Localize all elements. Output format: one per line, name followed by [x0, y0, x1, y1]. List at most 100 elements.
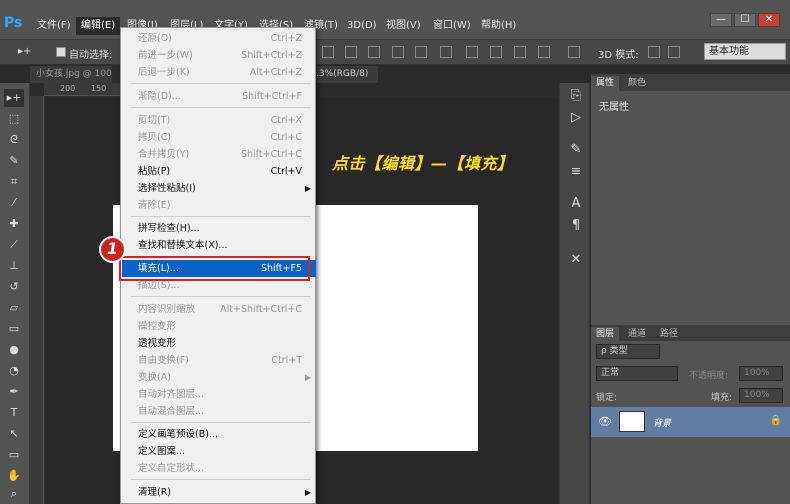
blur-tool-icon[interactable]: ●: [4, 341, 24, 359]
healing-brush-tool-icon[interactable]: ✚: [4, 215, 24, 233]
menu-item-paste[interactable]: 粘贴(P) Ctrl+V: [122, 163, 316, 180]
opacity-field[interactable]: 100%: [739, 366, 783, 381]
type-tool-icon[interactable]: T: [4, 404, 24, 422]
paragraph-panel-icon[interactable]: ¶: [568, 217, 584, 235]
align-hcenter-icon[interactable]: [415, 46, 427, 58]
quick-select-tool-icon[interactable]: ✎: [4, 152, 24, 170]
menu-item-content-aware-scale[interactable]: 内容识别缩放 Alt+Shift+Ctrl+C: [122, 301, 316, 318]
auto-align-icon[interactable]: [568, 46, 580, 58]
brush-tool-icon[interactable]: ⟋: [4, 236, 24, 254]
character-panel-icon[interactable]: A: [568, 195, 584, 213]
history-brush-tool-icon[interactable]: ↺: [4, 278, 24, 296]
menu-item-step-backward[interactable]: 后退一步(K) Alt+Ctrl+Z: [122, 64, 316, 81]
menu-item-clear[interactable]: 清除(E): [122, 197, 316, 214]
collapsed-panels-dock: ⎘ ▷ ✎ ≡ A ¶ ✕: [559, 83, 590, 504]
close-button[interactable]: ✕: [758, 13, 780, 27]
auto-select-checkbox[interactable]: [56, 47, 66, 57]
tab-channels[interactable]: 通道: [623, 327, 651, 342]
roll-3d-icon[interactable]: [668, 46, 680, 58]
hand-tool-icon[interactable]: ✋: [4, 467, 24, 485]
align-bottom-icon[interactable]: [368, 46, 380, 58]
layers-tabs: 图层 通道 路径: [591, 325, 790, 342]
layer-row[interactable]: 👁 背景 🔒: [591, 407, 790, 437]
fill-label: 填充:: [711, 393, 733, 403]
menu-item-define-shape[interactable]: 定义自定形状...: [122, 460, 316, 477]
align-left-icon[interactable]: [392, 46, 404, 58]
eraser-tool-icon[interactable]: ▱: [4, 299, 24, 317]
gradient-tool-icon[interactable]: ▭: [4, 320, 24, 338]
brush-presets-panel-icon[interactable]: ≡: [568, 163, 584, 181]
menu-item-cut[interactable]: 剪切(T) Ctrl+X: [122, 112, 316, 129]
tab-properties[interactable]: 属性: [591, 76, 620, 91]
menu-item-undo[interactable]: 还原(O) Ctrl+Z: [122, 30, 316, 47]
clone-stamp-tool-icon[interactable]: ⊥: [4, 257, 24, 275]
path-select-tool-icon[interactable]: ↖: [4, 425, 24, 443]
tool-presets-panel-icon[interactable]: ✕: [568, 251, 584, 269]
menu-item-auto-blend[interactable]: 自动混合图层...: [122, 403, 316, 420]
move-tool-icon[interactable]: ▸+: [4, 89, 24, 107]
move-tool-icon[interactable]: ▸+: [18, 46, 31, 57]
document-tab[interactable]: 小女孩.jpg @ 100: [30, 66, 112, 83]
menu-item-copy[interactable]: 拷贝(C) Ctrl+C: [122, 129, 316, 146]
document-tab-suffix: .3%(RGB/8): [316, 66, 378, 83]
dodge-tool-icon[interactable]: ◔: [4, 362, 24, 380]
pen-tool-icon[interactable]: ✒: [4, 383, 24, 401]
menu-edit[interactable]: 编辑(E): [76, 17, 121, 35]
layer-kind-filter[interactable]: ρ 类型: [596, 344, 660, 359]
blend-mode-select[interactable]: 正常: [596, 366, 678, 381]
tab-layers[interactable]: 图层: [591, 327, 620, 342]
crop-tool-icon[interactable]: ⌗: [4, 173, 24, 191]
menu-3d[interactable]: 3D(D): [342, 17, 382, 35]
actions-panel-icon[interactable]: ▷: [568, 109, 584, 127]
menu-window[interactable]: 窗口(W): [428, 17, 476, 35]
lasso-tool-icon[interactable]: ᘓ: [4, 131, 24, 149]
menu-item-free-transform[interactable]: 自由变换(F) Ctrl+T: [122, 352, 316, 369]
shape-tool-icon[interactable]: ▭: [4, 446, 24, 464]
menu-item-paste-special[interactable]: 选择性粘贴(I) ▶: [122, 180, 316, 197]
ruler-label: 200: [60, 84, 76, 93]
history-panel-icon[interactable]: ⎘: [568, 87, 584, 105]
properties-tabs: 属性 颜色: [591, 74, 790, 91]
menu-view[interactable]: 视图(V): [381, 17, 426, 35]
ruler-label: 150: [91, 84, 107, 93]
menu-file[interactable]: 文件(F): [32, 17, 76, 35]
vertical-ruler: [30, 96, 44, 504]
layer-thumbnail: [619, 411, 645, 432]
workspace-select[interactable]: 基本功能: [704, 43, 786, 60]
menu-item-auto-align[interactable]: 自动对齐图层...: [122, 386, 316, 403]
fill-field[interactable]: 100%: [739, 388, 783, 403]
menu-separator: [131, 216, 311, 217]
minimize-button[interactable]: —: [710, 13, 732, 27]
marquee-tool-icon[interactable]: ⬚: [4, 110, 24, 128]
align-vcenter-icon[interactable]: [345, 46, 357, 58]
menu-item-find-replace[interactable]: 查找和替换文本(X)...: [122, 237, 316, 254]
align-top-icon[interactable]: [322, 46, 334, 58]
visibility-eye-icon[interactable]: 👁: [598, 415, 612, 428]
menu-item-puppet-warp[interactable]: 操控变形: [122, 318, 316, 335]
menu-item-fade[interactable]: 渐隐(D)... Shift+Ctrl+F: [122, 88, 316, 105]
zoom-tool-icon[interactable]: ⌕: [4, 485, 24, 503]
menu-item-copy-merged[interactable]: 合并拷贝(Y) Shift+Ctrl+C: [122, 146, 316, 163]
menu-item-transform[interactable]: 变换(A) ▶: [122, 369, 316, 386]
tab-color[interactable]: 颜色: [623, 76, 651, 91]
mode-3d-label: 3D 模式:: [598, 50, 639, 61]
menu-help[interactable]: 帮助(H): [476, 17, 521, 35]
distribute-bottom-icon[interactable]: [514, 46, 526, 58]
eyedropper-tool-icon[interactable]: ⁄: [4, 194, 24, 212]
brush-panel-icon[interactable]: ✎: [568, 141, 584, 159]
menu-item-define-brush[interactable]: 定义画笔预设(B)...: [122, 426, 316, 443]
distribute-vcenter-icon[interactable]: [490, 46, 502, 58]
menu-item-perspective-warp[interactable]: 透视变形: [122, 335, 316, 352]
menu-item-spell-check[interactable]: 拼写检查(H)...: [122, 220, 316, 237]
menu-item-step-forward[interactable]: 前进一步(W) Shift+Ctrl+Z: [122, 47, 316, 64]
align-right-icon[interactable]: [440, 46, 452, 58]
distribute-left-icon[interactable]: [538, 46, 550, 58]
tab-paths[interactable]: 路径: [655, 327, 683, 342]
distribute-top-icon[interactable]: [466, 46, 478, 58]
rotate-3d-icon[interactable]: [648, 46, 660, 58]
menu-item-purge[interactable]: 清理(R) ▶: [122, 484, 316, 501]
step-badge: 1: [99, 236, 126, 263]
maximize-button[interactable]: ☐: [734, 13, 756, 27]
menu-item-define-pattern[interactable]: 定义图案...: [122, 443, 316, 460]
lock-label: 锁定:: [596, 393, 618, 403]
